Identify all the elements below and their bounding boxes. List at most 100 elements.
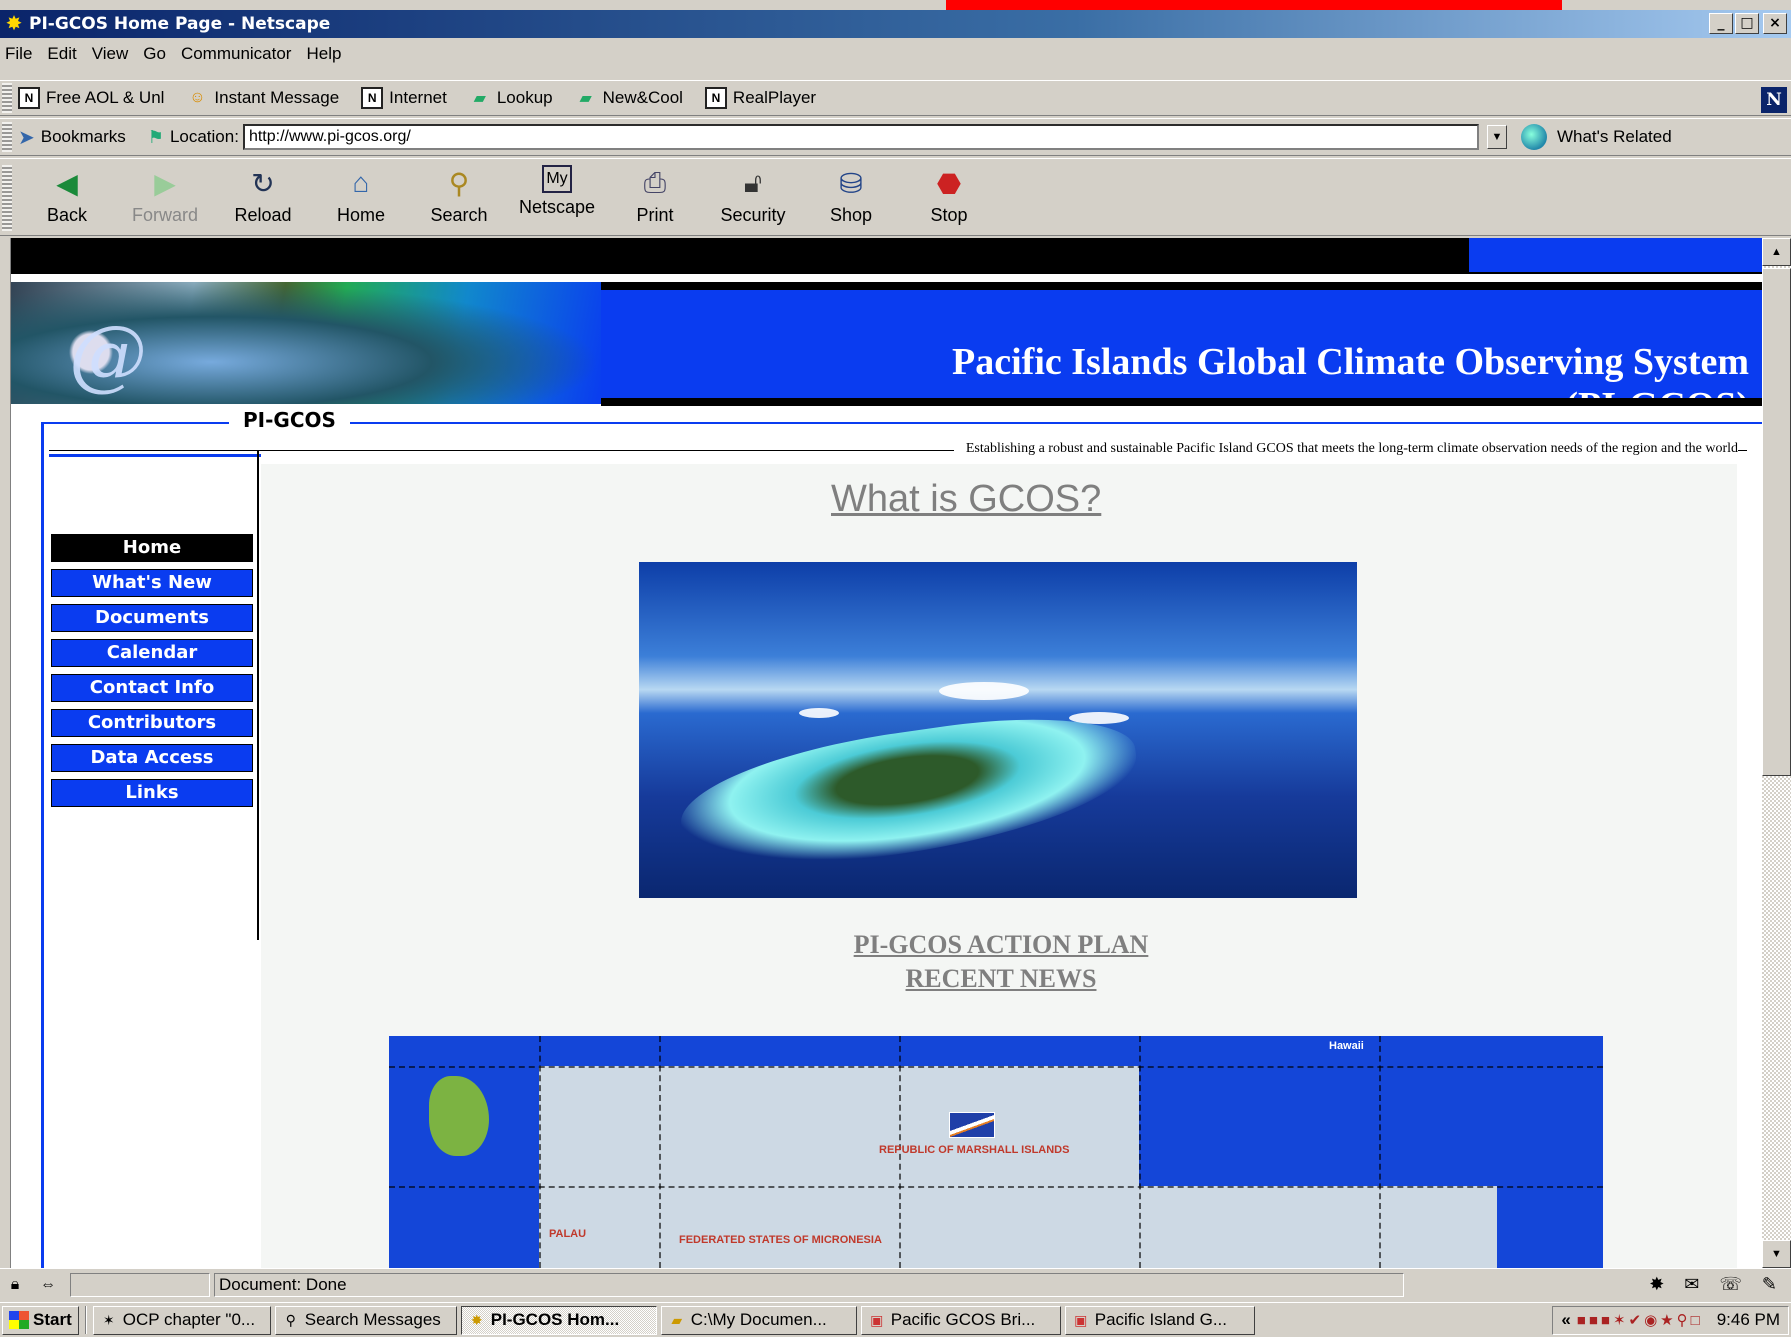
task-pacific-gcos-bri[interactable]: ▣ Pacific GCOS Bri... — [860, 1305, 1061, 1335]
scroll-thumb[interactable] — [1762, 268, 1791, 776]
task-search-messages[interactable]: ⚲ Search Messages — [274, 1305, 457, 1335]
navigator-icon[interactable]: ✸ — [1649, 1274, 1664, 1295]
start-button[interactable]: Start — [2, 1305, 79, 1335]
nav-contributors[interactable]: Contributors — [51, 709, 253, 737]
windows-logo-icon — [9, 1311, 29, 1329]
stop-icon: ⬣ — [936, 167, 962, 199]
pacific-region-map: REPUBLIC OF MARSHALL ISLANDS FEDERATED S… — [389, 1036, 1603, 1268]
menu-help[interactable]: Help — [301, 44, 351, 64]
discussions-icon[interactable]: ☏ — [1719, 1274, 1742, 1295]
minimize-button[interactable]: _ — [1709, 13, 1733, 34]
banner-globe-image: @ — [11, 282, 601, 404]
tagline: Establishing a robust and sustainable Pa… — [953, 441, 1738, 457]
bookmark-label: New&Cool — [602, 88, 683, 107]
reload-button[interactable]: ↻ Reload — [214, 165, 312, 226]
menu-go[interactable]: Go — [138, 44, 176, 64]
bookmark-lookup[interactable]: ▰ Lookup — [469, 87, 553, 109]
security-button[interactable]: 🔓︎ Security — [704, 165, 802, 226]
print-button[interactable]: ⎙ Print — [606, 165, 704, 226]
online-status-icon[interactable]: ⇔ — [30, 1274, 66, 1296]
url-dropdown-button[interactable]: ▼ — [1486, 125, 1507, 149]
task-pacific-island-g[interactable]: ▣ Pacific Island G... — [1064, 1305, 1255, 1335]
recent-news-link[interactable]: RECENT NEWS — [711, 962, 1291, 996]
task-ocp-chapter[interactable]: ✶ OCP chapter "0... — [92, 1305, 271, 1335]
nav-home[interactable]: Home — [51, 534, 253, 562]
home-label: Home — [336, 205, 385, 225]
vertical-scrollbar[interactable]: ▲ ▼ — [1762, 238, 1791, 1268]
forward-button[interactable]: ▶ Forward — [116, 165, 214, 226]
stop-button[interactable]: ⬣ Stop — [900, 165, 998, 226]
tray-expand-chevron[interactable]: « — [1561, 1310, 1570, 1330]
bookmark-label: RealPlayer — [732, 88, 817, 107]
bookmark-instant-message[interactable]: ☺ Instant Message — [186, 87, 339, 109]
nav-data-access[interactable]: Data Access — [51, 744, 253, 772]
task-label: Search Messages — [304, 1310, 441, 1329]
bookmark-newcool[interactable]: ▰ New&Cool — [575, 87, 683, 109]
menu-communicator[interactable]: Communicator — [176, 44, 302, 64]
nav-documents[interactable]: Documents — [51, 604, 253, 632]
netscape-throbber-icon[interactable]: N — [1761, 87, 1787, 113]
nav-whats-new[interactable]: What's New — [51, 569, 253, 597]
back-arrow-icon: ◀ — [56, 167, 78, 199]
security-lock-icon: 🔓︎ — [743, 166, 763, 198]
whats-related-button[interactable]: What's Related — [1520, 124, 1672, 150]
url-input[interactable]: http://www.pi-gcos.org/ — [242, 124, 1479, 150]
scroll-down-button[interactable]: ▼ — [1762, 1240, 1791, 1268]
bookmark-free-aol[interactable]: N Free AOL & Unl — [18, 87, 164, 109]
window-title: PI-GCOS Home Page - Netscape — [29, 14, 331, 34]
menu-view[interactable]: View — [87, 44, 139, 64]
menu-file[interactable]: File — [0, 44, 42, 64]
toolbar-grip[interactable] — [2, 122, 12, 152]
personal-toolbar: N Free AOL & Unl ☺ Instant Message N Int… — [0, 80, 1791, 116]
home-button[interactable]: ⌂ Home — [312, 165, 410, 226]
map-gridline — [659, 1036, 661, 1268]
page-proxy-icon[interactable]: ⚑ — [148, 127, 164, 148]
philippines-landmass — [429, 1076, 489, 1156]
nav-links[interactable]: Links — [51, 779, 253, 807]
what-is-gcos-link[interactable]: What is GCOS? — [831, 478, 1101, 521]
window-title-bar[interactable]: ✸ PI-GCOS Home Page - Netscape _ □ × — [0, 10, 1791, 38]
mail-icon[interactable]: ✉ — [1684, 1274, 1699, 1295]
reload-icon: ↻ — [251, 167, 275, 199]
site-title: Pacific Islands Global Climate Observing… — [952, 340, 1749, 428]
tray-icons[interactable]: ■■■✶✔◉★⚲□ — [1577, 1311, 1703, 1329]
action-plan-link[interactable]: PI-GCOS ACTION PLAN — [711, 928, 1291, 962]
clock[interactable]: 9:46 PM — [1717, 1310, 1780, 1330]
my-netscape-button[interactable]: My Netscape — [508, 165, 606, 218]
back-button[interactable]: ◀ Back — [18, 165, 116, 226]
toolbar-grip[interactable] — [2, 165, 12, 231]
map-gridline — [539, 1036, 541, 1268]
location-toolbar: ➤ Bookmarks ⚑ Location: http://www.pi-gc… — [0, 118, 1791, 156]
toolbar-grip[interactable] — [2, 83, 12, 113]
browser-viewport[interactable]: @ Pacific Islands Global Climate Observi… — [10, 238, 1762, 1268]
task-label: Pacific Island G... — [1094, 1310, 1228, 1329]
marshall-islands-flag — [949, 1112, 995, 1138]
map-label-palau: PALAU — [549, 1228, 587, 1240]
search-button[interactable]: ⚲ Search — [410, 165, 508, 226]
start-label: Start — [33, 1310, 72, 1329]
shop-button[interactable]: ⛁ Shop — [802, 165, 900, 226]
home-icon: ⌂ — [352, 167, 370, 198]
task-my-documents[interactable]: ▰ C:\My Documen... — [660, 1305, 857, 1335]
component-bar: ✸ ✉ ☏ ✎ — [1649, 1274, 1777, 1295]
menu-edit[interactable]: Edit — [42, 44, 86, 64]
netscape-label: Netscape — [518, 197, 596, 217]
security-lock-icon[interactable]: 🔒︎ — [4, 1274, 26, 1296]
nav-contact-info[interactable]: Contact Info — [51, 674, 253, 702]
close-button[interactable]: × — [1763, 13, 1787, 34]
bookmarks-icon: ➤ — [18, 126, 35, 149]
composer-icon[interactable]: ✎ — [1762, 1274, 1777, 1295]
scroll-up-button[interactable]: ▲ — [1762, 238, 1791, 266]
nav-divider — [49, 454, 261, 457]
bookmark-realplayer[interactable]: N RealPlayer — [704, 87, 817, 109]
map-gridline — [389, 1066, 1603, 1068]
bookmark-internet[interactable]: N Internet — [361, 87, 447, 109]
nav-calendar[interactable]: Calendar — [51, 639, 253, 667]
progress-field — [70, 1272, 210, 1297]
shop-label: Shop — [829, 205, 873, 225]
netscape-app-icon: ✸ — [5, 13, 23, 35]
maximize-button[interactable]: □ — [1735, 13, 1759, 34]
task-pi-gcos-home[interactable]: ✸ PI-GCOS Hom... — [460, 1305, 657, 1335]
bookmarks-button[interactable]: Bookmarks — [41, 127, 126, 147]
shop-bag-icon: ⛁ — [839, 167, 863, 199]
